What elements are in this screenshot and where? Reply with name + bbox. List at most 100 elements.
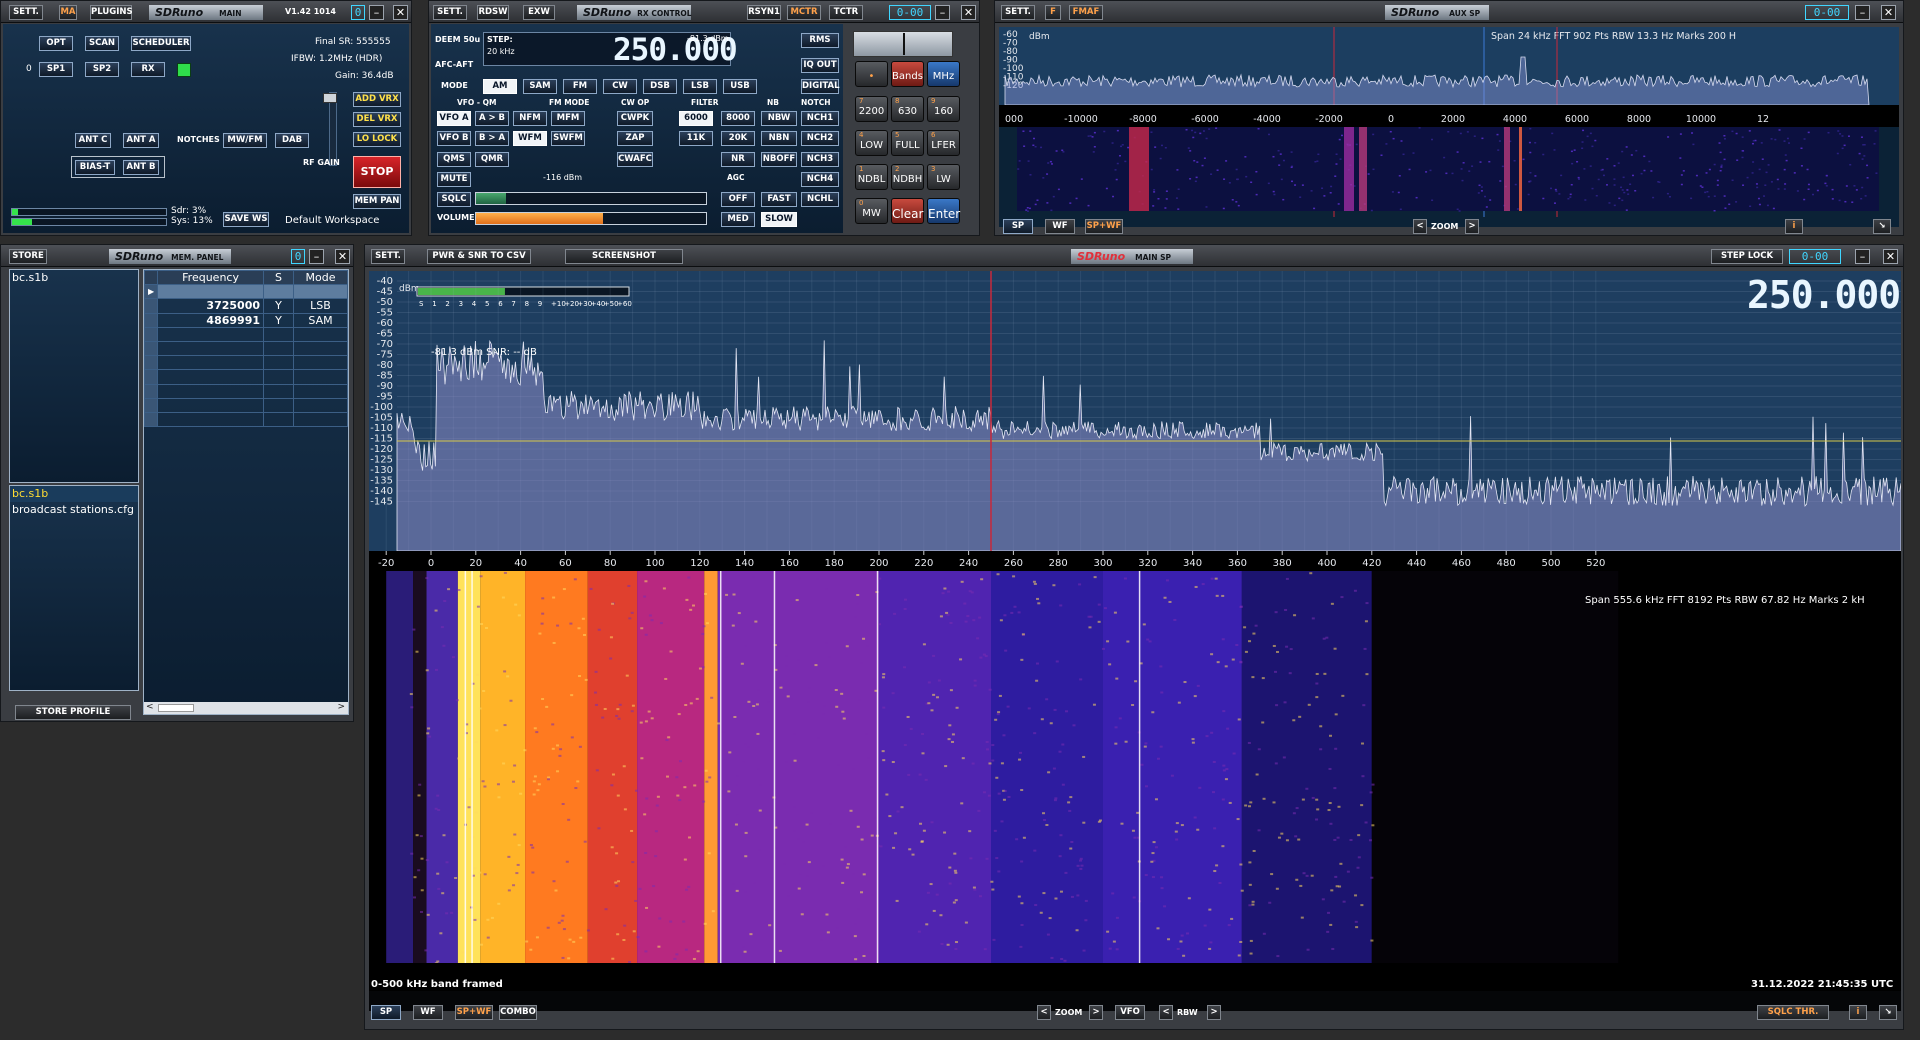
row2-wfm-button[interactable]: WFM <box>513 131 547 146</box>
agc-slow-button[interactable]: SLOW <box>761 212 797 227</box>
scheduler-button[interactable]: SCHEDULER <box>131 36 191 51</box>
mainsp-zoom-right-button[interactable]: > <box>1089 1005 1103 1020</box>
cell-mode[interactable] <box>293 411 348 428</box>
exw-button[interactable]: EXW <box>523 5 555 20</box>
row2-swfm-button[interactable]: SWFM <box>551 131 585 146</box>
mode-usb-button[interactable]: USB <box>723 79 757 94</box>
mw-fm-button[interactable]: MW/FM <box>223 133 267 148</box>
cell-s[interactable]: Y <box>263 312 294 328</box>
table-row[interactable]: ▶ <box>143 284 348 300</box>
table-row[interactable] <box>143 397 348 413</box>
table-row[interactable]: 3725000 Y LSB <box>143 298 348 314</box>
fmaf-button[interactable]: FMAF <box>1069 5 1103 20</box>
ant-c-button[interactable]: ANT C <box>75 133 111 148</box>
memory-table[interactable]: Frequency S Mode ▶ 3725000 Y LSB 4869991 Y SAM <box>143 269 348 428</box>
rx-button[interactable]: RX <box>131 62 165 77</box>
cell-mode[interactable] <box>293 383 348 399</box>
nch3-button[interactable]: NCH3 <box>801 152 839 167</box>
minimize-icon[interactable]: – <box>935 5 950 20</box>
keypad-full-key[interactable]: 5 FULL <box>891 130 924 156</box>
row2-nch2-button[interactable]: NCH2 <box>801 131 839 146</box>
mode-lsb-button[interactable]: LSB <box>683 79 717 94</box>
row1-nbw-button[interactable]: NBW <box>761 111 797 126</box>
cell-frequency[interactable] <box>157 383 264 399</box>
scroll-right-icon[interactable]: > <box>337 702 345 712</box>
mainsp-rbw-right-button[interactable]: > <box>1207 1005 1221 1020</box>
nboff-button[interactable]: NBOFF <box>761 152 797 167</box>
mode-am-button[interactable]: AM <box>483 79 517 94</box>
keypad-mhz-key[interactable]: MHz <box>927 61 960 87</box>
row-selector[interactable] <box>143 298 159 314</box>
row-selector[interactable] <box>143 397 159 413</box>
nchl-button[interactable]: NCHL <box>801 192 839 207</box>
cell-mode[interactable] <box>293 284 348 300</box>
store-button[interactable]: STORE <box>9 249 47 264</box>
keypad-ndbl-key[interactable]: 1 NDBL <box>855 164 888 190</box>
close-icon[interactable]: ✕ <box>335 249 350 264</box>
cell-frequency[interactable] <box>157 411 264 428</box>
scroll-left-icon[interactable]: < <box>146 702 154 712</box>
minimize-icon[interactable]: – <box>1855 249 1870 264</box>
iq-out-button[interactable]: IQ OUT <box>801 58 839 73</box>
table-row[interactable]: 4869991 Y SAM <box>143 312 348 328</box>
step-lock-button[interactable]: STEP LOCK <box>1711 249 1783 264</box>
file-item-top[interactable]: bc.s1b <box>12 271 48 284</box>
minimize-icon[interactable]: – <box>1855 5 1870 20</box>
keypad-mw-key[interactable]: 0 MW <box>855 198 888 224</box>
cwafc-button[interactable]: CWAFC <box>617 152 653 167</box>
cell-s[interactable] <box>263 369 294 385</box>
keypad-lw-key[interactable]: 3 LW <box>927 164 960 190</box>
minimize-icon[interactable]: – <box>369 5 384 20</box>
keypad-2200-key[interactable]: 7 2200 <box>855 96 888 122</box>
mainsp-combo-button[interactable]: COMBO <box>499 1005 537 1020</box>
row-selector[interactable] <box>143 355 159 371</box>
cell-frequency[interactable] <box>157 369 264 385</box>
close-icon[interactable]: ✕ <box>961 5 976 20</box>
mem-pan-button[interactable]: MEM PAN <box>353 194 401 209</box>
cell-frequency[interactable] <box>157 340 264 357</box>
cell-mode[interactable] <box>293 340 348 357</box>
mainsp-wf-button[interactable]: WF <box>413 1005 443 1020</box>
keypad-low-key[interactable]: 4 LOW <box>855 130 888 156</box>
cell-s[interactable] <box>263 340 294 357</box>
mem-filelist-bottom[interactable]: bc.s1b broadcast stations.cfg <box>9 485 139 691</box>
mode-sam-button[interactable]: SAM <box>523 79 557 94</box>
row-selector[interactable]: ▶ <box>143 284 159 300</box>
cell-frequency[interactable] <box>157 284 264 300</box>
scroll-thumb[interactable] <box>158 704 194 712</box>
cell-mode[interactable] <box>293 355 348 371</box>
squelch-slider[interactable] <box>475 192 707 205</box>
cell-s[interactable] <box>263 397 294 413</box>
resize-icon[interactable]: ↘ <box>1873 219 1891 234</box>
stop-button[interactable]: STOP <box>353 156 401 188</box>
mctr-button[interactable]: MCTR <box>787 5 821 20</box>
qmr-button[interactable]: QMR <box>475 152 509 167</box>
cell-mode[interactable]: LSB <box>293 298 348 314</box>
row2-20k-button[interactable]: 20K <box>721 131 755 146</box>
cell-frequency[interactable]: 3725000 <box>157 298 264 314</box>
mute-button[interactable]: MUTE <box>437 172 471 187</box>
ma-button[interactable]: MA <box>59 5 77 20</box>
ant-b-button[interactable]: ANT B <box>123 160 159 175</box>
dab-button[interactable]: DAB <box>275 133 309 148</box>
sett-button[interactable]: SETT. <box>9 5 43 20</box>
row2-vfo-b-button[interactable]: VFO B <box>437 131 471 146</box>
qms-button[interactable]: QMS <box>437 152 471 167</box>
mode-cw-button[interactable]: CW <box>603 79 637 94</box>
row2-zap-button[interactable]: ZAP <box>617 131 653 146</box>
opt-button[interactable]: OPT <box>39 36 73 51</box>
agc-med-button[interactable]: MED <box>721 212 755 227</box>
keypad-lfer-key[interactable]: 6 LFER <box>927 130 960 156</box>
sett-button[interactable]: SETT. <box>1001 5 1035 20</box>
row-selector[interactable] <box>143 369 159 385</box>
row1-6000-button[interactable]: 6000 <box>679 111 713 126</box>
mainsp-zoom-left-button[interactable]: < <box>1037 1005 1051 1020</box>
tctr-button[interactable]: TCTR <box>829 5 863 20</box>
cell-s[interactable] <box>263 411 294 428</box>
nr-button[interactable]: NR <box>721 152 755 167</box>
aux-zoom-right-button[interactable]: > <box>1465 219 1479 234</box>
mode-dsb-button[interactable]: DSB <box>643 79 677 94</box>
close-icon[interactable]: ✕ <box>393 5 408 20</box>
nch4-button[interactable]: NCH4 <box>801 172 839 187</box>
sett-button[interactable]: SETT. <box>371 249 405 264</box>
